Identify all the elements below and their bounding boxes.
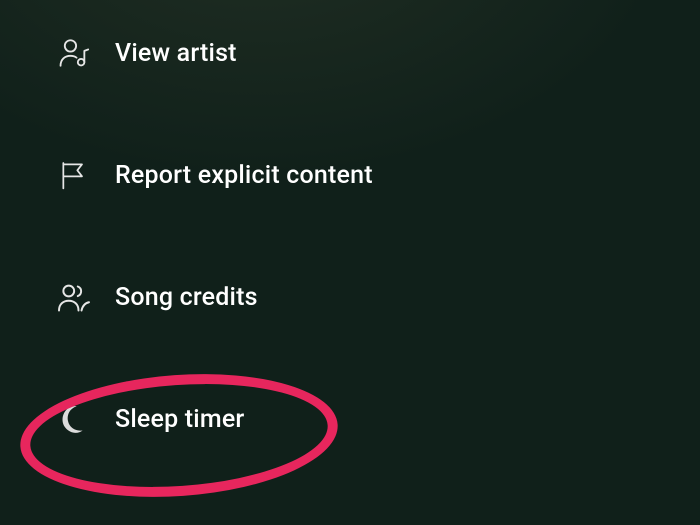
context-menu: View artist Report explicit content Song…	[55, 28, 373, 444]
menu-item-sleep-timer[interactable]: Sleep timer	[55, 394, 373, 444]
menu-item-label: Sleep timer	[115, 405, 244, 434]
menu-item-report-explicit[interactable]: Report explicit content	[55, 150, 373, 200]
moon-icon	[55, 400, 93, 438]
people-icon	[55, 278, 93, 316]
artist-icon	[55, 34, 93, 72]
menu-item-label: Report explicit content	[115, 161, 373, 190]
menu-item-view-artist[interactable]: View artist	[55, 28, 373, 78]
flag-icon	[55, 156, 93, 194]
menu-item-label: Song credits	[115, 283, 258, 312]
menu-item-song-credits[interactable]: Song credits	[55, 272, 373, 322]
menu-item-label: View artist	[115, 39, 237, 68]
